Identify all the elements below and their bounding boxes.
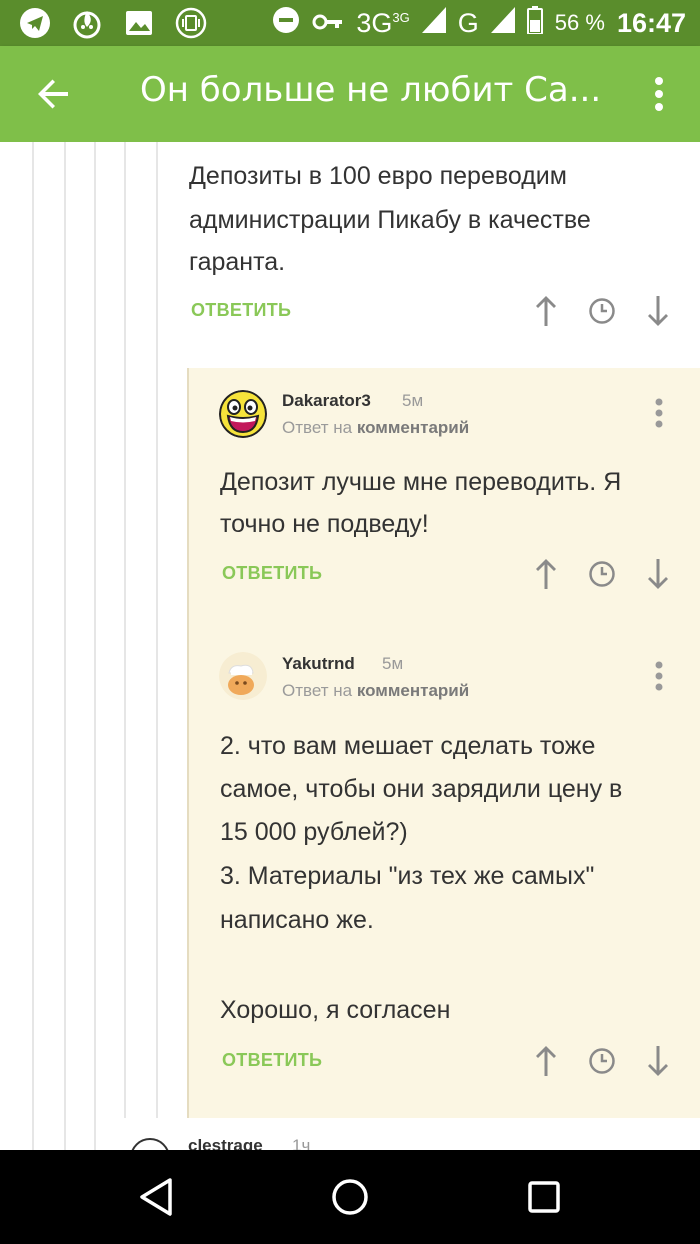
- comment-time: 5м: [382, 654, 404, 673]
- thread-line: [32, 142, 34, 1150]
- nav-recents-button[interactable]: [519, 1172, 569, 1222]
- downvote-button[interactable]: [640, 556, 676, 592]
- comment-text-line: Хорошо, я согласен: [220, 996, 451, 1024]
- fire-app-icon: [70, 6, 104, 40]
- save-later-button[interactable]: [584, 1043, 620, 1079]
- comment-text-line: гаранта.: [189, 248, 286, 276]
- arrow-down-icon: [648, 1046, 668, 1076]
- more-vert-icon: [655, 661, 663, 691]
- comment-text-line: точно не подведу!: [220, 510, 429, 538]
- arrow-back-icon: [38, 79, 68, 109]
- do-not-disturb-icon: [272, 6, 300, 41]
- vibrate-icon: [174, 6, 208, 40]
- nav-home-button[interactable]: [325, 1172, 375, 1222]
- comment-text-line: написано же.: [220, 906, 374, 934]
- avatar[interactable]: [219, 390, 267, 438]
- comment-thread[interactable]: Депозиты в 100 евро переводим администра…: [0, 142, 700, 1150]
- avatar[interactable]: [219, 652, 267, 700]
- comment-menu-button[interactable]: [649, 393, 669, 433]
- reply-to[interactable]: Ответ на комментарий: [282, 418, 469, 438]
- comment-text-line: Депозиты в 100 евро переводим: [189, 162, 567, 190]
- upvote-button[interactable]: [528, 293, 564, 329]
- arrow-down-icon: [648, 559, 668, 589]
- system-navigation-bar: [0, 1150, 700, 1244]
- status-indicators: 3G3G G 56 % 16:47: [272, 4, 686, 42]
- network-type-2: G: [457, 7, 479, 38]
- app-bar: Он больше не любит Са...: [0, 46, 700, 142]
- cook-avatar-icon: [219, 652, 267, 700]
- more-vert-icon: [655, 77, 663, 111]
- upvote-button[interactable]: [528, 1043, 564, 1079]
- notification-icons: [18, 6, 208, 40]
- username[interactable]: Dakarator3: [282, 391, 371, 411]
- more-vert-icon: [655, 398, 663, 428]
- thread-line: [156, 142, 158, 1118]
- downvote-button[interactable]: [640, 293, 676, 329]
- arrow-up-icon: [536, 296, 556, 326]
- triangle-back-icon: [140, 1178, 172, 1216]
- clock-icon: [589, 561, 615, 587]
- signal-icon-2: [490, 6, 515, 40]
- network-type: 3G3G: [356, 7, 410, 38]
- image-icon: [122, 6, 156, 40]
- arrow-up-icon: [536, 559, 556, 589]
- reply-to-prefix: Ответ на: [282, 418, 353, 437]
- signal-icon: [421, 6, 446, 40]
- username[interactable]: Yakutrnd: [282, 654, 355, 674]
- arrow-down-icon: [648, 296, 668, 326]
- circle-home-icon: [332, 1179, 368, 1215]
- square-recents-icon: [528, 1181, 560, 1213]
- status-bar: 3G3G G 56 % 16:47: [0, 0, 700, 46]
- reply-button[interactable]: ОТВЕТИТЬ: [222, 1050, 322, 1071]
- clock-icon: [589, 1048, 615, 1074]
- save-later-button[interactable]: [584, 556, 620, 592]
- avatar[interactable]: [130, 1138, 170, 1150]
- arrow-up-icon: [536, 1046, 556, 1076]
- comment-menu-button[interactable]: [649, 656, 669, 696]
- clock: 16:47: [616, 7, 686, 38]
- epic-face-avatar-icon: [219, 390, 267, 438]
- battery-percent: 56 %: [554, 10, 605, 35]
- reply-to[interactable]: Ответ на комментарий: [282, 681, 469, 701]
- upvote-button[interactable]: [528, 556, 564, 592]
- comment-text-line: Депозит лучше мне переводить. Я: [220, 468, 622, 496]
- reply-to-link[interactable]: комментарий: [357, 418, 469, 437]
- reply-button[interactable]: ОТВЕТИТЬ: [191, 300, 291, 321]
- back-button[interactable]: [28, 68, 80, 120]
- thread-line: [64, 142, 66, 1150]
- comment-text-line: администрации Пикабу в качестве: [189, 206, 591, 234]
- battery-icon: [526, 5, 543, 41]
- overflow-menu-button[interactable]: [644, 68, 674, 120]
- comment-text-line: 2. что вам мешает сделать тоже: [220, 732, 596, 760]
- reply-to-link[interactable]: комментарий: [357, 681, 469, 700]
- thread-line: [124, 142, 126, 1118]
- nav-back-button[interactable]: [131, 1172, 181, 1222]
- comment-time: 1ч: [292, 1136, 311, 1150]
- comment-time: 5м: [402, 391, 424, 410]
- downvote-button[interactable]: [640, 1043, 676, 1079]
- page-title: Он больше не любит Са...: [140, 70, 602, 110]
- comment-text-line: самое, чтобы они зарядили цену в: [220, 775, 623, 803]
- vpn-key-icon: [312, 8, 344, 39]
- telegram-icon: [18, 6, 52, 40]
- comment-text-line: 3. Материалы "из тех же самых": [220, 862, 595, 890]
- username[interactable]: clestrage: [188, 1136, 263, 1150]
- reply-to-prefix: Ответ на: [282, 681, 353, 700]
- save-later-button[interactable]: [584, 293, 620, 329]
- reply-button[interactable]: ОТВЕТИТЬ: [222, 563, 322, 584]
- thread-line: [94, 142, 96, 1150]
- clock-icon: [589, 298, 615, 324]
- comment-text-line: 15 000 рублей?): [220, 818, 408, 846]
